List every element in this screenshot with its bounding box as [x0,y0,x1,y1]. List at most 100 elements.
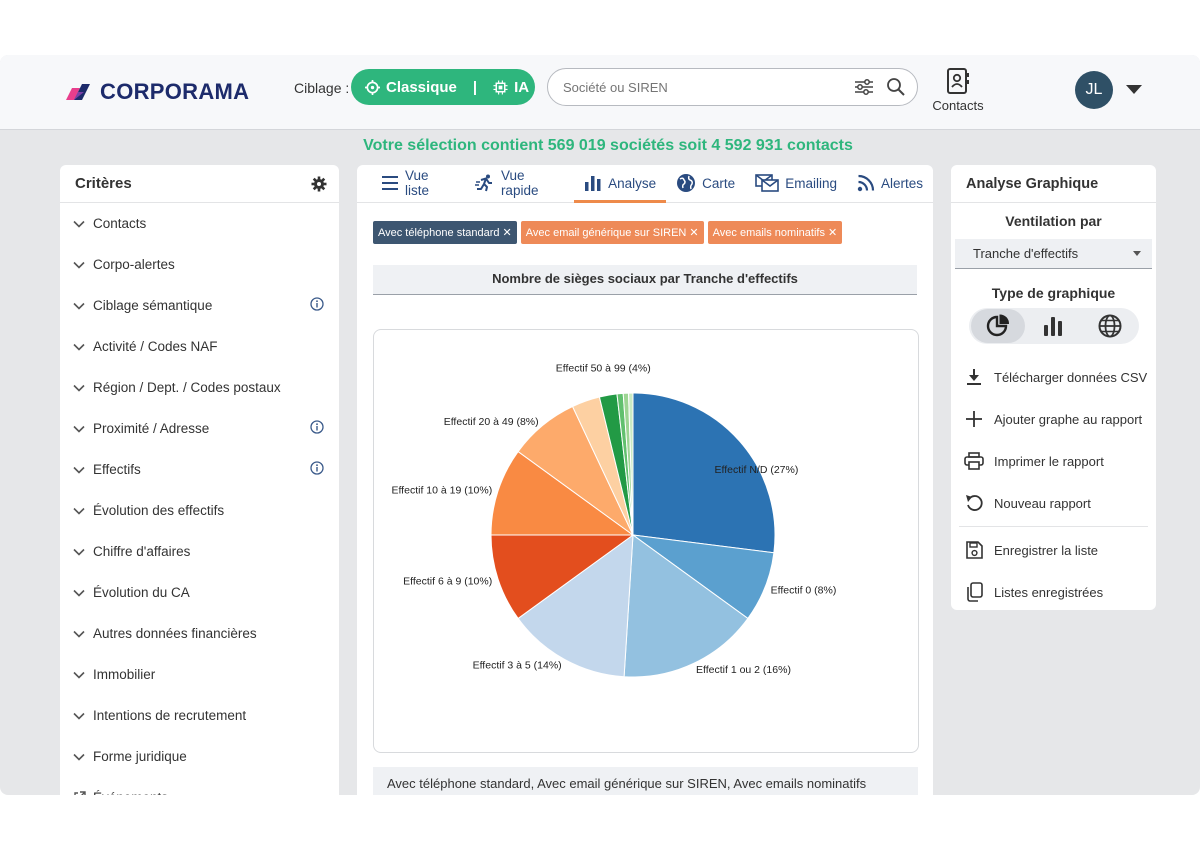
filter-chip[interactable]: Avec email générique sur SIREN ✕ [520,221,704,244]
user-avatar[interactable]: JL [1075,71,1113,109]
chevron-down-icon [73,589,87,597]
chevron-down-icon [73,630,87,638]
action-label: Ajouter graphe au rapport [994,411,1143,427]
pie-slice-label: Effectif N/D (27%) [715,464,799,476]
search-icon[interactable] [885,76,907,98]
filter-chip[interactable]: Avec téléphone standard ✕ [373,221,517,244]
info-icon[interactable] [310,420,324,437]
criteria-item[interactable]: Région / Dept. / Codes postaux [60,367,339,408]
criteria-item[interactable]: Proximité / Adresse [60,408,339,449]
criteria-label: Région / Dept. / Codes postaux [93,380,281,395]
filter-sliders-icon[interactable] [853,76,875,98]
actions-divider [959,526,1148,527]
map-type-button[interactable] [1083,309,1137,343]
view-tabs: Vue liste Vue rapide Analyse Carte Emailing A… [357,165,933,203]
criteria-label: Événements [93,790,168,795]
action-label: Télécharger données CSV [994,369,1148,385]
tab-alertes[interactable]: Alertes [847,164,933,202]
bar-chart-icon [1043,317,1062,336]
save-action[interactable]: Enregistrer la liste [951,529,1156,571]
chevron-down-icon [73,302,87,310]
copy-action[interactable]: Listes enregistrées [951,571,1156,613]
criteria-item[interactable]: Évolution du CA [60,572,339,613]
printer-action[interactable]: Imprimer le rapport [951,440,1156,482]
chart-type-label: Type de graphique [991,285,1116,301]
tab-label: Emailing [785,175,837,191]
chevron-down-icon [73,261,87,269]
criteria-item[interactable]: Autres données financières [60,613,339,654]
criteria-item[interactable]: Intentions de recrutement [60,695,339,736]
action-label: Enregistrer la liste [994,542,1099,558]
ventilation-value: Tranche d'effectifs [973,246,1079,261]
criteria-item[interactable]: Corpo-alertes [60,244,339,285]
pie-chart: Effectif N/D (27%) Effectif 0 (8%) Effecti… [391,363,836,678]
pie-type-button[interactable] [970,309,1025,343]
app-window: CORPORAMA Ciblage : Classique | IA Socié… [0,55,1200,795]
pie-chart-icon [986,314,1009,337]
tab-emailing[interactable]: Emailing [745,164,847,202]
top-bar: CORPORAMA Ciblage : Classique | IA Socié… [0,55,1200,130]
list-icon [381,175,399,191]
ciblage-mode-toggle: Classique | IA [351,69,535,105]
criteria-label: Activité / Codes NAF [93,339,218,354]
criteria-item[interactable]: Événements [60,777,339,795]
search-bar [547,68,918,106]
chevron-down-icon [73,712,87,720]
filters-summary: Avec téléphone standard, Avec email géné… [373,767,918,795]
criteria-label: Évolution du CA [93,585,190,600]
criteria-item[interactable]: Chiffre d'affaires [60,531,339,572]
criteria-item[interactable]: Contacts [60,203,339,244]
criteria-label: Proximité / Adresse [93,421,210,436]
criteria-label: Évolution des effectifs [93,503,225,518]
criteria-header: Critères [60,165,339,203]
criteria-item[interactable]: Effectifs [60,449,339,490]
criteria-item[interactable]: Immobilier [60,654,339,695]
list-actions: Enregistrer la liste Listes enregistrées [951,529,1156,613]
criteria-label: Corpo-alertes [93,257,175,272]
chevron-down-icon [73,507,87,515]
undo-action[interactable]: Nouveau rapport [951,482,1156,524]
chevron-down-icon [73,425,87,433]
criteria-item[interactable]: Forme juridique [60,736,339,777]
globe-icon [676,173,696,193]
printer-icon [964,452,984,470]
contacts-button[interactable]: Contacts [930,67,986,113]
active-filters: Avec téléphone standard ✕ Avec email géné… [373,221,843,244]
info-icon[interactable] [310,297,324,314]
mode-ai-button[interactable]: IA [493,79,529,96]
chevron-down-icon [73,466,87,474]
bar-type-button[interactable] [1027,309,1081,343]
globe-icon [1098,314,1121,338]
gear-icon[interactable] [311,176,327,192]
plus-action[interactable]: Ajouter graphe au rapport [951,398,1156,440]
chevron-down-icon [73,220,87,228]
tab-vue-liste[interactable]: Vue liste [371,164,465,202]
email-icon [755,174,779,192]
logo-text: CORPORAMA [100,79,250,104]
ventilation-select[interactable]: Tranche d'effectifs [955,239,1152,269]
tab-carte[interactable]: Carte [666,164,745,202]
info-icon[interactable] [310,461,324,478]
criteria-item[interactable]: Évolution des effectifs [60,490,339,531]
corporama-logo[interactable]: CORPORAMA [64,79,249,105]
analysis-actions: Télécharger données CSV Ajouter graphe au… [951,356,1156,524]
chevron-down-icon [1133,250,1141,256]
filter-chip[interactable]: Avec emails nominatifs ✕ [707,221,843,244]
chevron-down-icon [73,791,87,795]
user-menu-caret-icon[interactable] [1126,85,1142,94]
tab-analyse[interactable]: Analyse [574,164,667,203]
download-action[interactable]: Télécharger données CSV [951,356,1156,398]
logo-mark-icon [66,84,90,100]
criteria-item[interactable]: Activité / Codes NAF [60,326,339,367]
tab-vue-rapide[interactable]: Vue rapide [465,164,574,202]
tab-label: Vue rapide [500,168,539,198]
pie-slice-label: Effectif 1 ou 2 (16%) [696,664,791,676]
mode-classic-button[interactable]: Classique [365,79,457,96]
criteria-item[interactable]: Ciblage sémantique [60,285,339,326]
plus-icon [964,410,984,428]
search-input[interactable] [563,79,853,95]
tab-label: Carte [702,175,736,191]
run-icon [474,174,495,192]
rss-icon [857,174,875,192]
chevron-down-icon [73,384,87,392]
